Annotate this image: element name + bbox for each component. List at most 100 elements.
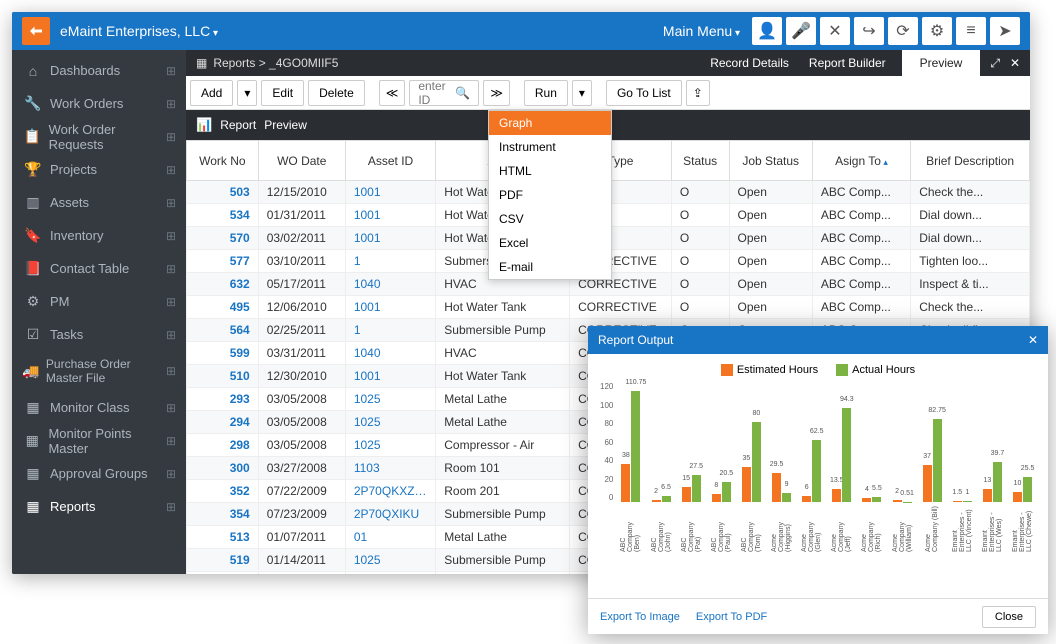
- plus-icon[interactable]: ⊞: [166, 328, 176, 342]
- cell[interactable]: 2P70QKXZHO: [345, 480, 435, 503]
- cell[interactable]: 495: [187, 296, 259, 319]
- company-name[interactable]: eMaint Enterprises, LLC: [60, 23, 218, 39]
- sidebar-item-assets[interactable]: ▥Assets⊞: [12, 186, 186, 219]
- plus-icon[interactable]: ⊞: [166, 434, 176, 448]
- cell[interactable]: 1103: [345, 457, 435, 480]
- cell[interactable]: 566: [187, 572, 259, 575]
- plus-icon[interactable]: ⊞: [166, 500, 176, 514]
- first-icon[interactable]: ≪: [379, 80, 406, 106]
- record-details[interactable]: Record Details: [710, 56, 789, 70]
- sidebar-item-pm[interactable]: ⚙PM⊞: [12, 285, 186, 318]
- plus-icon[interactable]: ⊞: [166, 262, 176, 276]
- cell[interactable]: 300: [187, 457, 259, 480]
- cell[interactable]: 1: [345, 572, 435, 575]
- col-asign-to[interactable]: Asign To: [812, 141, 910, 181]
- tab-preview[interactable]: Preview: [902, 50, 981, 76]
- plus-icon[interactable]: ⊞: [166, 97, 176, 111]
- cell[interactable]: 1001: [345, 365, 435, 388]
- cell[interactable]: 503: [187, 181, 259, 204]
- sidebar-item-contact-table[interactable]: 📕Contact Table⊞: [12, 252, 186, 285]
- add-button[interactable]: Add: [190, 80, 233, 106]
- search-icon[interactable]: 🔍: [455, 86, 470, 100]
- cell[interactable]: 599: [187, 342, 259, 365]
- col-wo-date[interactable]: WO Date: [258, 141, 345, 181]
- col-brief-description[interactable]: Brief Description: [911, 141, 1030, 181]
- dropdown-item-pdf[interactable]: PDF: [489, 183, 611, 207]
- cell[interactable]: 1001: [345, 227, 435, 250]
- enter-id-input[interactable]: enter ID🔍: [409, 80, 479, 106]
- user-icon[interactable]: 👤: [752, 17, 782, 45]
- cell[interactable]: 1: [345, 250, 435, 273]
- cell[interactable]: 1025: [345, 434, 435, 457]
- mic-icon[interactable]: 🎤: [786, 17, 816, 45]
- cell[interactable]: 534: [187, 204, 259, 227]
- export-icon[interactable]: ⇪: [686, 80, 710, 106]
- cell[interactable]: 1025: [345, 411, 435, 434]
- cell[interactable]: 1040: [345, 273, 435, 296]
- logo-icon[interactable]: [22, 17, 50, 45]
- cell[interactable]: 298: [187, 434, 259, 457]
- cell[interactable]: 1025: [345, 388, 435, 411]
- dropdown-item-instrument[interactable]: Instrument: [489, 135, 611, 159]
- plus-icon[interactable]: ⊞: [166, 64, 176, 78]
- plus-icon[interactable]: ⊞: [166, 401, 176, 415]
- sidebar-item-projects[interactable]: 🏆Projects⊞: [12, 153, 186, 186]
- main-menu[interactable]: Main Menu: [663, 23, 740, 39]
- export-image-link[interactable]: Export To Image: [600, 611, 680, 623]
- report-builder[interactable]: Report Builder: [809, 56, 886, 70]
- sidebar-item-monitor-points-master[interactable]: ▦Monitor Points Master⊞: [12, 424, 186, 457]
- sidebar-item-monitor-class[interactable]: ▦Monitor Class⊞: [12, 391, 186, 424]
- expand-icon[interactable]: ⤢: [990, 56, 1000, 71]
- close-button[interactable]: Close: [982, 606, 1036, 628]
- cell[interactable]: 294: [187, 411, 259, 434]
- run-chevron-down-icon[interactable]: ▾: [572, 80, 592, 106]
- cell[interactable]: 354: [187, 503, 259, 526]
- logout-icon[interactable]: ↪: [854, 17, 884, 45]
- cell[interactable]: 570: [187, 227, 259, 250]
- export-pdf-link[interactable]: Export To PDF: [696, 611, 767, 623]
- last-icon[interactable]: ≫: [483, 80, 510, 106]
- cell[interactable]: 1040: [345, 342, 435, 365]
- cell[interactable]: 01: [345, 526, 435, 549]
- sidebar-item-reports[interactable]: ▦Reports⊞: [12, 490, 186, 523]
- sidebar-item-work-order-requests[interactable]: 📋Work Order Requests⊞: [12, 120, 186, 153]
- tools-icon[interactable]: ✕: [820, 17, 850, 45]
- cell[interactable]: 632: [187, 273, 259, 296]
- plus-icon[interactable]: ⊞: [166, 196, 176, 210]
- cell[interactable]: 1001: [345, 204, 435, 227]
- dropdown-item-graph[interactable]: Graph: [489, 111, 611, 135]
- dropdown-item-html[interactable]: HTML: [489, 159, 611, 183]
- sidebar-item-tasks[interactable]: ☑Tasks⊞: [12, 318, 186, 351]
- table-row[interactable]: 49512/06/20101001Hot Water TankCORRECTIV…: [187, 296, 1030, 319]
- cell[interactable]: 293: [187, 388, 259, 411]
- sidebar-item-inventory[interactable]: 🔖Inventory⊞: [12, 219, 186, 252]
- col-job-status[interactable]: Job Status: [729, 141, 812, 181]
- dropdown-item-excel[interactable]: Excel: [489, 231, 611, 255]
- cell[interactable]: 513: [187, 526, 259, 549]
- run-button[interactable]: Run: [524, 80, 568, 106]
- gear-icon[interactable]: ⚙: [922, 17, 952, 45]
- cell[interactable]: 564: [187, 319, 259, 342]
- cell[interactable]: 1025: [345, 549, 435, 572]
- gotolist-button[interactable]: Go To List: [606, 80, 682, 106]
- add-chevron-down-icon[interactable]: ▾: [237, 80, 257, 106]
- cell[interactable]: 577: [187, 250, 259, 273]
- dropdown-item-csv[interactable]: CSV: [489, 207, 611, 231]
- cell[interactable]: 1: [345, 319, 435, 342]
- plus-icon[interactable]: ⊞: [166, 130, 176, 144]
- cell[interactable]: 510: [187, 365, 259, 388]
- sidebar-item-purchase-order-master-file[interactable]: 🚚Purchase Order Master File⊞: [12, 351, 186, 391]
- refresh-icon[interactable]: ⟳: [888, 17, 918, 45]
- col-status[interactable]: Status: [671, 141, 729, 181]
- edit-button[interactable]: Edit: [261, 80, 304, 106]
- dropdown-item-e-mail[interactable]: E-mail: [489, 255, 611, 279]
- plus-icon[interactable]: ⊞: [166, 295, 176, 309]
- col-asset-id[interactable]: Asset ID: [345, 141, 435, 181]
- menu-icon[interactable]: ≡: [956, 17, 986, 45]
- sidebar-item-dashboards[interactable]: ⌂Dashboards⊞: [12, 54, 186, 87]
- plus-icon[interactable]: ⊞: [166, 364, 176, 378]
- plus-icon[interactable]: ⊞: [166, 229, 176, 243]
- cell[interactable]: 1001: [345, 296, 435, 319]
- send-icon[interactable]: ➤: [990, 17, 1020, 45]
- close-icon[interactable]: ✕: [1010, 56, 1020, 71]
